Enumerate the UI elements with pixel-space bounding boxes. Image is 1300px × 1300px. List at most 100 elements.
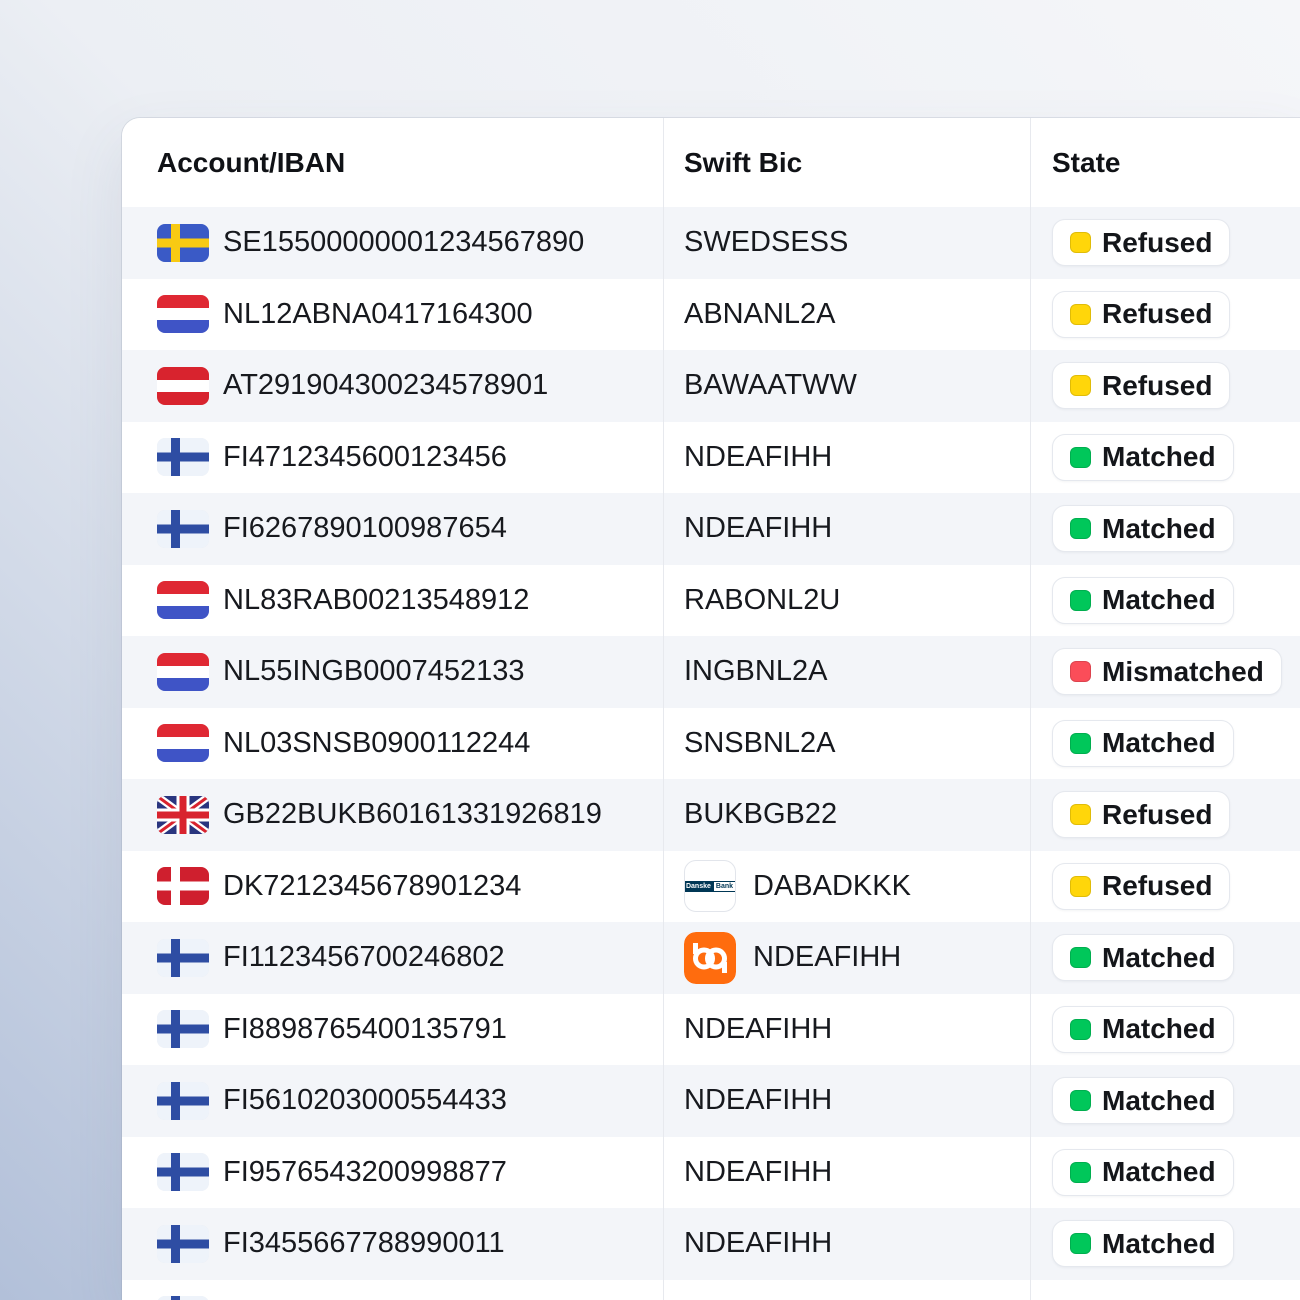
finland-flag-icon xyxy=(157,438,209,476)
sweden-flag-icon xyxy=(157,224,209,262)
account-iban-cell: NL03SNSB0900112244 xyxy=(122,708,663,780)
table-body: SE15500000001234567890SWEDSESSRefusedNL1… xyxy=(122,207,1300,1300)
account-iban-cell: NL55INGB0007452133 xyxy=(122,636,663,708)
table-row[interactable]: NL83RAB00213548912 RABONL2U Matched xyxy=(122,565,1300,637)
table-row[interactable]: FI8898765400135791 NDEAFIHH Matched xyxy=(122,994,1300,1066)
table-row[interactable]: SE15500000001234567890 SWEDSESS Refused xyxy=(122,207,1300,279)
status-label: Matched xyxy=(1102,441,1216,473)
swift-bic-cell: NDEAFIHH xyxy=(663,493,1030,565)
state-cell: Matched xyxy=(1030,994,1300,1066)
state-cell: Matched xyxy=(1030,493,1300,565)
iban-text: NL12ABNA0417164300 xyxy=(223,298,533,331)
swift-bic-cell: NDEAFIHH xyxy=(663,994,1030,1066)
bic-text: SWEDSESS xyxy=(684,226,848,259)
status-dot-icon xyxy=(1070,1090,1091,1111)
column-header-label: Account/IBAN xyxy=(157,147,345,179)
table-row[interactable]: FI4712345600123456NDEAFIHHMatched xyxy=(122,422,1300,494)
finland-flag-icon xyxy=(157,1082,209,1120)
iban-text: GB22BUKB60161331926819 xyxy=(223,798,602,831)
status-label: Refused xyxy=(1102,298,1212,330)
account-iban-cell: GB22BUKB60161331926819 xyxy=(122,779,663,851)
swift-bic-cell: RABONL2U xyxy=(663,565,1030,637)
status-dot-icon xyxy=(1070,304,1091,325)
finland-flag-icon xyxy=(157,1225,209,1263)
table-row[interactable] xyxy=(122,1280,1300,1300)
status-dot-icon xyxy=(1070,876,1091,897)
state-cell: Matched xyxy=(1030,1137,1300,1209)
table-row[interactable]: FI6267890100987654 NDEAFIHH Matched xyxy=(122,493,1300,565)
table-header-row: Account/IBAN Swift Bic State xyxy=(122,118,1300,207)
state-cell: Refused xyxy=(1030,279,1300,351)
iban-text: FI8898765400135791 xyxy=(223,1013,507,1046)
status-label: Matched xyxy=(1102,584,1216,616)
iban-text: SE15500000001234567890 xyxy=(223,226,584,259)
table-row[interactable]: FI3455667788990011NDEAFIHHMatched xyxy=(122,1208,1300,1280)
swift-bic-cell: INGBNL2A xyxy=(663,636,1030,708)
iban-text: AT291904300234578901 xyxy=(223,369,548,402)
status-dot-icon xyxy=(1070,733,1091,754)
status-badge: Matched xyxy=(1052,1077,1234,1124)
state-cell: Refused xyxy=(1030,207,1300,279)
table-row[interactable]: NL12ABNA0417164300 ABNANL2A Refused xyxy=(122,279,1300,351)
column-header-label: State xyxy=(1052,147,1120,179)
iban-text: FI6267890100987654 xyxy=(223,512,507,545)
iban-text: NL83RAB00213548912 xyxy=(223,584,529,617)
bic-text: NDEAFIHH xyxy=(684,1084,832,1117)
account-iban-cell: NL83RAB00213548912 xyxy=(122,565,663,637)
status-dot-icon xyxy=(1070,375,1091,396)
status-badge: Refused xyxy=(1052,863,1230,910)
table-row[interactable]: NL55INGB0007452133 INGBNL2A Mismatched xyxy=(122,636,1300,708)
status-badge: Refused xyxy=(1052,791,1230,838)
account-iban-cell: FI3455667788990011 xyxy=(122,1208,663,1280)
table-row[interactable]: GB22BUKB60161331926819 BUKBGB22 Refused xyxy=(122,779,1300,851)
status-label: Matched xyxy=(1102,513,1216,545)
bic-text: ABNANL2A xyxy=(684,298,836,331)
table-row[interactable]: FI5610203000554433 NDEAFIHH Matched xyxy=(122,1065,1300,1137)
state-cell: Refused xyxy=(1030,779,1300,851)
state-cell: Mismatched xyxy=(1030,636,1300,708)
table-row[interactable]: FI1123456700246802NDEAFIHHMatched xyxy=(122,922,1300,994)
bic-text: INGBNL2A xyxy=(684,655,827,688)
status-dot-icon xyxy=(1070,947,1091,968)
account-iban-cell: DK7212345678901234 xyxy=(122,851,663,923)
status-label: Matched xyxy=(1102,1013,1216,1045)
finland-flag-icon xyxy=(157,1153,209,1191)
bic-text: BAWAATWW xyxy=(684,369,857,402)
account-iban-cell: FI6267890100987654 xyxy=(122,493,663,565)
account-iban-cell: FI5610203000554433 xyxy=(122,1065,663,1137)
table-row[interactable]: FI9576543200998877NDEAFIHHMatched xyxy=(122,1137,1300,1209)
account-iban-cell: FI1123456700246802 xyxy=(122,922,663,994)
bic-text: BUKBGB22 xyxy=(684,798,837,831)
swift-bic-cell: NDEAFIHH xyxy=(663,1065,1030,1137)
status-label: Refused xyxy=(1102,370,1212,402)
iban-text: FI1123456700246802 xyxy=(223,941,505,974)
status-badge: Matched xyxy=(1052,577,1234,624)
status-label: Matched xyxy=(1102,1085,1216,1117)
status-badge: Mismatched xyxy=(1052,648,1282,695)
status-dot-icon xyxy=(1070,1233,1091,1254)
column-header-account-iban: Account/IBAN xyxy=(122,118,663,207)
status-dot-icon xyxy=(1070,518,1091,539)
table-row[interactable]: NL03SNSB0900112244SNSBNL2AMatched xyxy=(122,708,1300,780)
bic-text: RABONL2U xyxy=(684,584,840,617)
status-badge: Matched xyxy=(1052,934,1234,981)
iban-text: DK7212345678901234 xyxy=(223,870,521,903)
column-header-state: State xyxy=(1030,118,1300,207)
status-label: Refused xyxy=(1102,227,1212,259)
state-cell: Matched xyxy=(1030,922,1300,994)
bic-text: NDEAFIHH xyxy=(684,1013,832,1046)
finland-flag-icon xyxy=(157,939,209,977)
status-badge: Refused xyxy=(1052,362,1230,409)
state-cell: Refused xyxy=(1030,851,1300,923)
status-dot-icon xyxy=(1070,590,1091,611)
austria-flag-icon xyxy=(157,367,209,405)
table-row[interactable]: DK7212345678901234DanskeBankDABADKKKRefu… xyxy=(122,851,1300,923)
state-cell: Matched xyxy=(1030,565,1300,637)
account-iban-cell: FI4712345600123456 xyxy=(122,422,663,494)
table-row[interactable]: AT291904300234578901 BAWAATWW Refused xyxy=(122,350,1300,422)
accounts-table-card: Account/IBAN Swift Bic State SE155000000… xyxy=(122,118,1300,1300)
swift-bic-cell xyxy=(663,1280,1030,1300)
finland-flag-icon xyxy=(157,510,209,548)
status-label: Matched xyxy=(1102,1156,1216,1188)
iban-text: FI3455667788990011 xyxy=(223,1227,505,1260)
